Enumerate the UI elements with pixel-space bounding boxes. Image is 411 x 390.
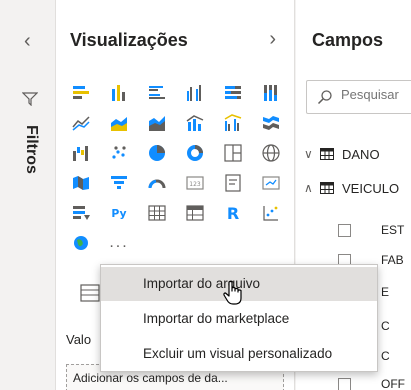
hand-cursor-icon: [223, 280, 242, 305]
clustered-bar-chart-icon[interactable]: [138, 78, 176, 108]
filled-map-icon[interactable]: [62, 168, 100, 198]
filters-label[interactable]: Filtros: [22, 125, 40, 174]
chevron-down-icon[interactable]: ∨: [304, 147, 320, 161]
card-icon[interactable]: 123: [176, 168, 214, 198]
more-visuals-button[interactable]: ...: [100, 228, 138, 258]
kpi-icon[interactable]: [252, 168, 290, 198]
donut-chart-icon[interactable]: [176, 138, 214, 168]
filters-pane-collapsed[interactable]: ‹ Filtros: [0, 0, 56, 390]
table-icon: [320, 148, 334, 160]
line-chart-icon[interactable]: [62, 108, 100, 138]
stacked-column-chart-icon[interactable]: [100, 78, 138, 108]
table-row-dano[interactable]: ∨ DANO: [304, 144, 380, 164]
arcgis-globe-icon[interactable]: [62, 228, 100, 258]
stacked-bar-chart-icon[interactable]: [62, 78, 100, 108]
line-and-clustered-column-icon[interactable]: [214, 108, 252, 138]
python-visual-icon[interactable]: Py: [100, 198, 138, 228]
fields-search-box[interactable]: [306, 80, 411, 114]
fields-well-icon[interactable]: [80, 284, 100, 302]
table-visual-icon[interactable]: [138, 198, 176, 228]
slicer-icon[interactable]: [62, 198, 100, 228]
area-chart-icon[interactable]: [100, 108, 138, 138]
map-globe-icon[interactable]: [252, 138, 290, 168]
visualizations-title: Visualizações: [70, 30, 188, 50]
table-name: DANO: [342, 146, 380, 162]
svg-text:Py: Py: [111, 207, 126, 220]
clustered-column-chart-icon[interactable]: [176, 78, 214, 108]
field-item[interactable]: EST: [338, 220, 404, 240]
field-item[interactable]: OFF: [338, 374, 405, 390]
multi-row-card-icon[interactable]: [214, 168, 252, 198]
search-icon: [317, 90, 332, 105]
visual-gallery: 123 Py R ...: [62, 78, 290, 258]
power-bi-panes: ‹ Filtros Visualizações › 123 Py R ... V…: [0, 0, 411, 390]
r-visual-icon[interactable]: R: [214, 198, 252, 228]
key-influencers-icon[interactable]: [252, 198, 290, 228]
treemap-icon[interactable]: [214, 138, 252, 168]
funnel-icon: [22, 92, 38, 106]
menu-item-import-marketplace[interactable]: Importar do marketplace: [101, 302, 377, 336]
stacked-area-chart-icon[interactable]: [138, 108, 176, 138]
chevron-left-icon[interactable]: ‹: [24, 30, 31, 53]
line-and-column-chart-icon[interactable]: [176, 108, 214, 138]
values-label: Valo: [66, 332, 92, 347]
ribbon-chart-icon[interactable]: [252, 108, 290, 138]
gauge-icon[interactable]: [138, 168, 176, 198]
matrix-visual-icon[interactable]: [176, 198, 214, 228]
scatter-chart-icon[interactable]: [100, 138, 138, 168]
search-input[interactable]: [341, 87, 411, 102]
chevron-right-icon[interactable]: ›: [269, 28, 276, 51]
100-stacked-column-icon[interactable]: [252, 78, 290, 108]
table-row-veiculo[interactable]: ∧ VEICULO: [304, 178, 399, 198]
pie-chart-icon[interactable]: [138, 138, 176, 168]
svg-text:R: R: [227, 204, 239, 223]
chevron-up-icon[interactable]: ∧: [304, 181, 320, 195]
field-checkbox[interactable]: [338, 377, 351, 390]
table-icon: [320, 182, 334, 194]
fields-title: Campos: [312, 30, 384, 50]
field-checkbox[interactable]: [338, 223, 351, 237]
100-stacked-bar-icon[interactable]: [214, 78, 252, 108]
menu-item-remove-custom-visual[interactable]: Excluir um visual personalizado: [101, 337, 377, 371]
table-name: VEICULO: [342, 180, 400, 196]
funnel-chart-icon[interactable]: [100, 168, 138, 198]
svg-text:123: 123: [189, 181, 201, 188]
waterfall-chart-icon[interactable]: [62, 138, 100, 168]
